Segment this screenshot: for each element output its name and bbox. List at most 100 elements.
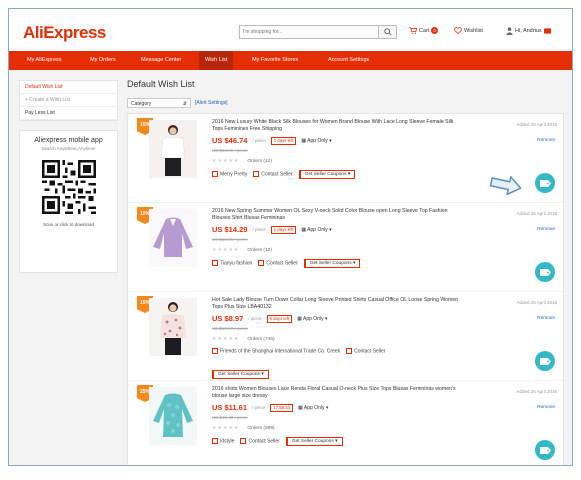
nav-my-orders[interactable]: My Orders bbox=[84, 51, 122, 70]
mail-icon bbox=[258, 260, 265, 267]
contact-seller-link[interactable]: Contact Seller bbox=[240, 438, 280, 445]
chevron-down-icon: ▾ bbox=[352, 261, 356, 266]
store-link[interactable]: Friends of the Shanghai International Tr… bbox=[212, 348, 340, 354]
store-icon bbox=[212, 348, 218, 354]
tag-button[interactable] bbox=[535, 262, 555, 282]
app-promo-subtitle: Search Anywhere,Anytime! bbox=[41, 146, 96, 151]
app-only-dropdown[interactable]: ▦ App Only ▾ bbox=[301, 138, 331, 144]
qr-mini-icon: ▦ bbox=[297, 315, 302, 322]
orders-count: Orders (12) bbox=[247, 158, 272, 164]
heart-icon bbox=[454, 27, 462, 34]
top-bar: AliExpress Cart 0 Wishlist Hi, Andrius bbox=[9, 9, 572, 51]
product-image[interactable] bbox=[149, 120, 197, 178]
app-only-dropdown[interactable]: ▦ App Only ▾ bbox=[301, 227, 331, 233]
search-icon bbox=[383, 28, 392, 36]
product-title[interactable]: 2016 New Spring Summer Women OL Sexy V-n… bbox=[212, 208, 462, 221]
nav-my-aliexpress[interactable]: My AliExpress bbox=[21, 51, 68, 70]
contact-seller-label: Contact Seller bbox=[261, 171, 293, 178]
remove-link[interactable]: Remove bbox=[537, 316, 555, 321]
remove-link[interactable]: Remove bbox=[537, 227, 555, 232]
rating-stars: ★★★★★ bbox=[212, 158, 240, 164]
tag-button[interactable] bbox=[535, 173, 555, 193]
category-select[interactable]: Category ⇵ bbox=[127, 98, 191, 108]
qr-mini-icon: ▦ bbox=[298, 404, 303, 411]
contact-seller-label: Contact Seller bbox=[248, 438, 280, 445]
get-seller-coupons-button[interactable]: Get Seller Coupons ▾ bbox=[212, 370, 269, 379]
get-seller-coupons-button[interactable]: Get Seller Coupons ▾ bbox=[285, 437, 343, 446]
original-price: US $10.55 / piece bbox=[212, 326, 248, 331]
app-download-link[interactable]: Scan or click to download bbox=[20, 222, 117, 227]
mobile-app-promo: Aliexpress mobile app Search Anywhere,An… bbox=[19, 130, 118, 273]
tag-icon bbox=[539, 357, 551, 365]
rating-orders: ★★★★★ Orders (12) bbox=[212, 158, 272, 164]
store-link[interactable]: Idstyle bbox=[212, 438, 235, 445]
nav-message-center[interactable]: Message Center bbox=[135, 51, 187, 70]
app-only-label: App Only bbox=[303, 315, 324, 322]
alert-settings-link[interactable]: [Alert Settings] bbox=[195, 100, 228, 106]
days-left-badge: 1 days left bbox=[270, 225, 297, 234]
unit-label: / piece bbox=[252, 227, 266, 232]
qr-mini-icon: ▦ bbox=[301, 226, 307, 233]
store-name: Idstyle bbox=[220, 438, 235, 445]
unit-label: / piece bbox=[248, 316, 262, 321]
cart-icon bbox=[409, 27, 417, 34]
price-row: US $11.61 / piece 17:58:54 ▦ App Only ▾ bbox=[212, 403, 328, 412]
qr-mini-icon: ▦ bbox=[301, 137, 307, 144]
store-link[interactable]: Merry Pretty bbox=[212, 171, 247, 178]
chevron-down-icon: ▾ bbox=[324, 315, 328, 322]
nav-account-settings[interactable]: Account Settings bbox=[322, 51, 375, 70]
wishlist-links: Default Wish List + Create a Wish List P… bbox=[19, 80, 118, 121]
app-promo-title: Aliexpress mobile app bbox=[34, 137, 103, 144]
contact-seller-label: Contact Seller bbox=[266, 260, 298, 267]
sidebar-item-pay-less-list[interactable]: Pay Less List bbox=[20, 107, 117, 120]
aliexpress-logo[interactable]: AliExpress bbox=[23, 23, 106, 43]
wishlist-link[interactable]: Wishlist bbox=[454, 27, 483, 34]
contact-seller-link[interactable]: Contact Seller bbox=[346, 348, 385, 354]
sidebar-item-default-wish-list[interactable]: Default Wish List bbox=[20, 81, 117, 94]
app-only-dropdown[interactable]: ▦ App Only ▾ bbox=[297, 316, 327, 322]
message-icon[interactable] bbox=[543, 28, 551, 34]
contact-seller-link[interactable]: Contact Seller bbox=[258, 260, 298, 267]
product-title[interactable]: 2016 New Luxury White Black Silk Blouses… bbox=[212, 119, 462, 132]
chevron-down-icon: ▾ bbox=[329, 226, 332, 233]
search-input[interactable] bbox=[239, 25, 379, 39]
filter-bar: Category ⇵ [Alert Settings] bbox=[127, 97, 564, 109]
seller-row: Merry Pretty Contact Seller Get Seller C… bbox=[212, 170, 356, 179]
product-title[interactable]: Hot Sale Lady Blouse Turn Down Collar Lo… bbox=[212, 297, 462, 310]
category-select-value: Category bbox=[131, 101, 152, 107]
cart-label: Cart bbox=[419, 27, 430, 34]
product-image[interactable] bbox=[149, 298, 197, 356]
store-icon bbox=[212, 438, 218, 445]
remove-link[interactable]: Remove bbox=[537, 405, 555, 410]
nav-wish-list[interactable]: Wish List bbox=[199, 51, 234, 70]
list-item: 25% 2016 shirts Women Blouses Lace Renda… bbox=[128, 381, 563, 465]
added-date: Added 26 April 2016 bbox=[516, 389, 557, 394]
contact-seller-label: Contact Seller bbox=[354, 348, 386, 355]
search-button[interactable] bbox=[379, 25, 397, 39]
user-menu[interactable]: Hi, Andrius bbox=[506, 27, 551, 35]
remove-link[interactable]: Remove bbox=[537, 138, 555, 143]
cart-link[interactable]: Cart 0 bbox=[409, 27, 438, 34]
product-image[interactable] bbox=[149, 387, 197, 445]
get-seller-coupons-button[interactable]: Get Seller Coupons ▾ bbox=[298, 170, 356, 179]
store-link[interactable]: Tianyu fashion bbox=[212, 260, 252, 267]
app-only-label: App Only bbox=[307, 137, 328, 144]
rating-stars: ★★★★★ bbox=[212, 336, 240, 342]
qr-code[interactable] bbox=[41, 160, 96, 214]
tag-icon bbox=[539, 179, 551, 187]
contact-seller-link[interactable]: Contact Seller bbox=[253, 171, 293, 178]
wish-list-main: Default Wish List Category ⇵ [Alert Sett… bbox=[127, 79, 564, 465]
app-only-dropdown[interactable]: ▦ App Only ▾ bbox=[298, 405, 328, 411]
browser-frame: AliExpress Cart 0 Wishlist Hi, Andrius M… bbox=[8, 8, 573, 466]
get-seller-coupons-button[interactable]: Get Seller Coupons ▾ bbox=[303, 259, 361, 268]
nav-favorite-stores[interactable]: My Favorite Stores bbox=[246, 51, 304, 70]
product-image[interactable] bbox=[149, 209, 197, 267]
product-title[interactable]: 2016 shirts Women Blouses Lace Renda Flo… bbox=[212, 386, 462, 399]
seller-row: Idstyle Contact Seller Get Seller Coupon… bbox=[212, 437, 343, 446]
sidebar-item-create-wish-list[interactable]: + Create a Wish List bbox=[20, 94, 117, 107]
wishlist-label: Wishlist bbox=[464, 27, 483, 34]
rating-orders: ★★★★★ Orders (746) bbox=[212, 336, 275, 342]
price-row: US $8.97 / piece 5 days left ▦ App Only … bbox=[212, 314, 327, 323]
tag-button[interactable] bbox=[535, 440, 555, 460]
tag-button[interactable] bbox=[535, 351, 555, 371]
